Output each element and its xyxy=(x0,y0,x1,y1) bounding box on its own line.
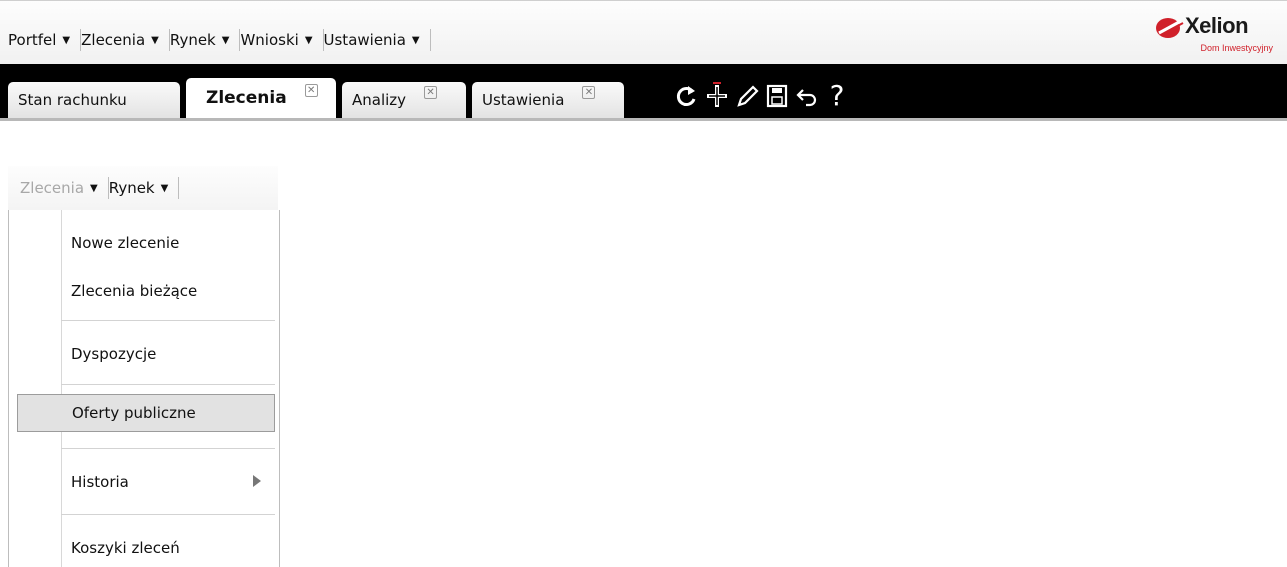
menu-separator xyxy=(178,177,180,199)
logo-name: Xelion xyxy=(1185,13,1249,38)
dropdown-item-koszyki-zlecen[interactable]: Koszyki zleceń xyxy=(9,528,279,567)
tab-zlecenia[interactable]: Zlecenia ✕ xyxy=(186,78,336,118)
caret-down-icon: ▼ xyxy=(221,34,230,46)
submenu-rynek[interactable]: Rynek ▼ xyxy=(109,179,179,197)
tab-label: Analizy xyxy=(352,91,407,109)
dropdown-separator xyxy=(61,384,275,385)
caret-down-icon: ▼ xyxy=(90,182,98,194)
dropdown-item-label: Historia xyxy=(71,473,129,491)
help-glyph: ? xyxy=(829,79,845,112)
tab-bar: Stan rachunku Zlecenia ✕ Analizy ✕ Ustaw… xyxy=(0,64,1287,121)
submenu-zlecenia-label: Zlecenia xyxy=(20,179,85,197)
xelion-logo-mark-icon xyxy=(1156,18,1184,38)
tab-bar-underline xyxy=(0,118,1287,121)
menu-ustawienia-label: Ustawienia xyxy=(323,31,406,49)
menu-rynek[interactable]: Rynek ▼ xyxy=(170,31,240,49)
close-tab-icon[interactable]: ✕ xyxy=(304,83,318,97)
tab-ustawienia[interactable]: Ustawienia ✕ xyxy=(472,82,624,118)
zlecenia-dropdown: Nowe zlecenie Zlecenia bieżące Dyspozycj… xyxy=(8,210,280,567)
refresh-icon[interactable] xyxy=(672,78,702,114)
caret-down-icon: ▼ xyxy=(411,34,420,46)
dropdown-item-label: Koszyki zleceń xyxy=(71,539,180,557)
save-icon[interactable] xyxy=(762,78,792,114)
dropdown-item-oferty-publiczne[interactable]: Oferty publiczne xyxy=(17,394,275,432)
close-tab-icon[interactable]: ✕ xyxy=(424,85,438,99)
dropdown-item-historia[interactable]: Historia xyxy=(9,462,279,502)
tab-analizy[interactable]: Analizy ✕ xyxy=(342,82,466,118)
menu-rynek-label: Rynek xyxy=(169,31,216,49)
submenu-zlecenia[interactable]: Zlecenia ▼ xyxy=(20,179,108,197)
tab-stan-rachunku[interactable]: Stan rachunku xyxy=(8,82,180,118)
main-menu: Portfel ▼ Zlecenia ▼ Rynek ▼ Wnioski ▼ U… xyxy=(8,29,431,51)
top-menu-bar: Portfel ▼ Zlecenia ▼ Rynek ▼ Wnioski ▼ U… xyxy=(0,0,1287,64)
edit-icon[interactable] xyxy=(732,78,762,114)
caret-down-icon: ▼ xyxy=(62,34,71,46)
sub-menu-bar: Zlecenia ▼ Rynek ▼ xyxy=(8,166,278,210)
undo-icon[interactable] xyxy=(792,78,822,114)
dropdown-item-nowe-zlecenie[interactable]: Nowe zlecenie xyxy=(9,223,279,263)
menu-wnioski-label: Wnioski xyxy=(240,31,299,49)
tab-label: Zlecenia xyxy=(206,88,287,108)
submenu-arrow-icon xyxy=(253,475,261,487)
dropdown-item-label: Nowe zlecenie xyxy=(71,234,180,252)
dropdown-item-zlecenia-biezace[interactable]: Zlecenia bieżące xyxy=(9,271,279,311)
dropdown-separator xyxy=(61,320,275,321)
submenu-rynek-label: Rynek xyxy=(108,179,155,197)
menu-zlecenia[interactable]: Zlecenia ▼ xyxy=(81,31,169,49)
toolbar-icons: ? xyxy=(672,78,852,114)
menu-ustawienia[interactable]: Ustawienia ▼ xyxy=(324,31,430,49)
menu-zlecenia-label: Zlecenia xyxy=(81,31,146,49)
menu-portfel-label: Portfel xyxy=(8,31,57,49)
caret-down-icon: ▼ xyxy=(304,34,313,46)
dropdown-item-label: Zlecenia bieżące xyxy=(71,282,198,300)
tab-label: Ustawienia xyxy=(482,91,565,109)
close-tab-icon[interactable]: ✕ xyxy=(582,85,596,99)
app-window: Portfel ▼ Zlecenia ▼ Rynek ▼ Wnioski ▼ U… xyxy=(0,0,1287,567)
dropdown-item-dyspozycje[interactable]: Dyspozycje xyxy=(9,334,279,374)
caret-down-icon: ▼ xyxy=(160,182,169,194)
dropdown-separator xyxy=(61,514,275,515)
dropdown-item-label: Dyspozycje xyxy=(71,345,157,363)
help-icon[interactable]: ? xyxy=(822,78,852,114)
xelion-logo: Xelion Dom Inwestycyjny xyxy=(1155,13,1273,57)
dropdown-separator xyxy=(61,448,275,449)
menu-separator xyxy=(429,29,431,51)
menu-wnioski[interactable]: Wnioski ▼ xyxy=(240,31,322,49)
menu-portfel[interactable]: Portfel ▼ xyxy=(8,31,80,49)
tab-label: Stan rachunku xyxy=(18,91,127,109)
dropdown-item-label: Oferty publiczne xyxy=(72,404,196,422)
logo-subtitle: Dom Inwestycyjny xyxy=(1200,43,1273,53)
caret-down-icon: ▼ xyxy=(151,34,159,46)
tab-strip: Stan rachunku Zlecenia ✕ Analizy ✕ Ustaw… xyxy=(8,78,630,118)
add-icon[interactable] xyxy=(702,78,732,114)
